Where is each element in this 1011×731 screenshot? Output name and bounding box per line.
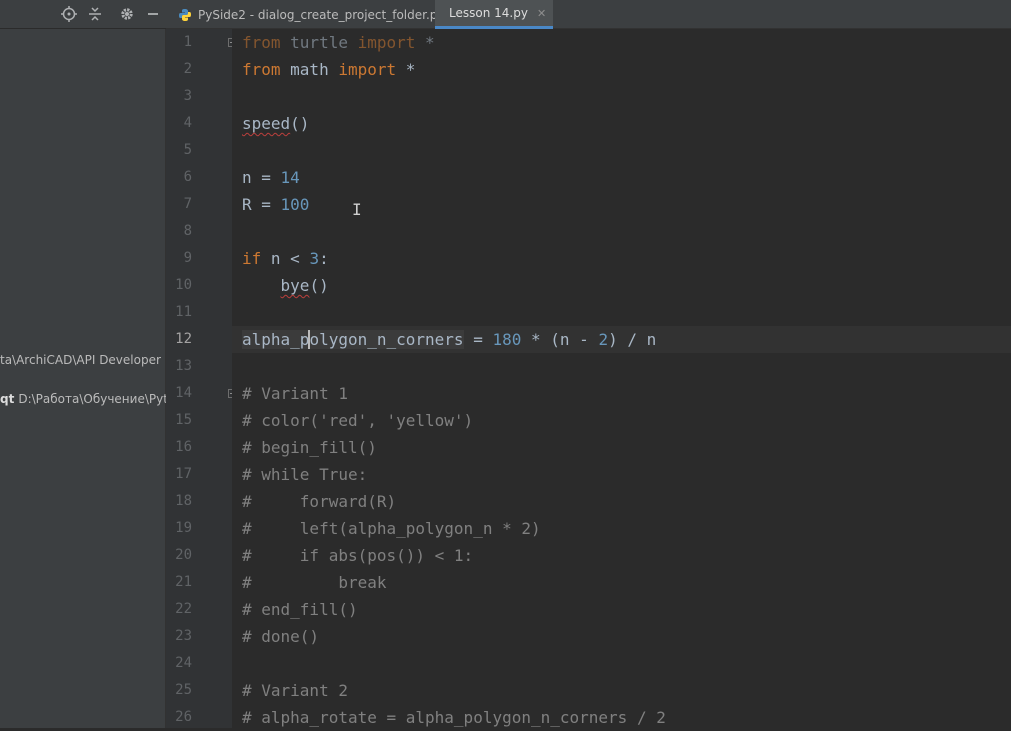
tab-lesson-14[interactable]: Lesson 14.py ✕: [435, 0, 553, 29]
line-number: 9: [183, 250, 192, 266]
line-number: 21: [175, 574, 192, 590]
code-line[interactable]: [232, 218, 1011, 245]
line-number: 3: [183, 88, 192, 104]
collapse-icon[interactable]: [87, 6, 103, 22]
code-line[interactable]: R = 100: [232, 191, 1011, 218]
tree-item[interactable]: qtD:\Работа\Обучение\Python: [0, 391, 166, 407]
code-line[interactable]: from turtle import *: [232, 29, 1011, 56]
line-number: 7: [183, 196, 192, 212]
code-line[interactable]: # break: [232, 569, 1011, 596]
line-number: 20: [175, 547, 192, 563]
line-number: 4: [183, 115, 192, 131]
tab-dialog-create-project-folder[interactable]: PySide2 - dialog_create_project_folder.p…: [170, 0, 471, 29]
code-line[interactable]: [232, 650, 1011, 677]
code-line[interactable]: [232, 137, 1011, 164]
code-line[interactable]: [232, 299, 1011, 326]
line-number: 23: [175, 628, 192, 644]
code-line[interactable]: alpha_polygon_n_corners = 180 * (n - 2) …: [232, 326, 1011, 353]
project-toolbar: [0, 0, 166, 29]
code-line[interactable]: bye(): [232, 272, 1011, 299]
line-number: 24: [175, 655, 192, 671]
line-number: 26: [175, 709, 192, 725]
line-number: 13: [175, 358, 192, 374]
code-line[interactable]: # color('red', 'yellow'): [232, 407, 1011, 434]
code-line[interactable]: n = 14: [232, 164, 1011, 191]
line-number: 11: [175, 304, 192, 320]
minimize-icon[interactable]: [145, 6, 161, 22]
code-line[interactable]: # while True:: [232, 461, 1011, 488]
code-line[interactable]: [232, 353, 1011, 380]
target-icon[interactable]: [61, 6, 77, 22]
line-number: 17: [175, 466, 192, 482]
project-panel: ta\ArchiCAD\API Developer qt D:\Работа\Об…: [0, 0, 166, 728]
tree-item-name: qt: [0, 392, 15, 406]
line-number: 22: [175, 601, 192, 617]
code-line[interactable]: # end_fill(): [232, 596, 1011, 623]
line-number: 19: [175, 520, 192, 536]
tree-item-path: ta\ArchiCAD\API Developer: [0, 353, 161, 367]
line-number: 14: [175, 385, 192, 401]
line-number: 16: [175, 439, 192, 455]
line-number: 6: [183, 169, 192, 185]
line-number: 8: [183, 223, 192, 239]
code-line[interactable]: # done(): [232, 623, 1011, 650]
tree-item[interactable]: ta\ArchiCAD\API Developer: [0, 352, 166, 368]
code-line[interactable]: # left(alpha_polygon_n * 2): [232, 515, 1011, 542]
gear-icon[interactable]: [119, 6, 135, 22]
line-number: 25: [175, 682, 192, 698]
code-line[interactable]: # Variant 2: [232, 677, 1011, 704]
line-number: 18: [175, 493, 192, 509]
code-line[interactable]: # alpha_rotate = alpha_polygon_n_corners…: [232, 704, 1011, 728]
editor-tabs: PySide2 - dialog_create_project_folder.p…: [166, 0, 1011, 29]
code-line[interactable]: speed(): [232, 110, 1011, 137]
text-caret: [308, 330, 311, 349]
code-editor[interactable]: from turtle import * from math import * sp…: [232, 29, 1011, 728]
line-number: 10: [175, 277, 192, 293]
code-line[interactable]: [232, 83, 1011, 110]
line-number-gutter[interactable]: 1 2 3 4 5 6 7 8 9 10 11 12 13 14 15 16 17 18 19 20 21 22 23 24 2…: [166, 29, 237, 728]
code-line[interactable]: # begin_fill(): [232, 434, 1011, 461]
tab-label: Lesson 14.py: [449, 6, 528, 20]
line-number: 12: [175, 331, 192, 347]
line-number: 15: [175, 412, 192, 428]
text-cursor-icon: I: [352, 200, 362, 219]
code-line[interactable]: if n < 3:: [232, 245, 1011, 272]
code-line[interactable]: # Variant 1: [232, 380, 1011, 407]
line-number: 1: [183, 34, 192, 50]
code-line[interactable]: # if abs(pos()) < 1:: [232, 542, 1011, 569]
line-number: 2: [183, 61, 192, 77]
tree-item-path: D:\Работа\Обучение\Python: [18, 392, 166, 406]
line-number: 5: [183, 142, 192, 158]
tab-label: PySide2 - dialog_create_project_folder.p…: [198, 7, 445, 22]
close-icon[interactable]: ✕: [537, 7, 546, 20]
code-line[interactable]: from math import *: [232, 56, 1011, 83]
code-line[interactable]: # forward(R): [232, 488, 1011, 515]
python-file-icon: [179, 8, 191, 21]
